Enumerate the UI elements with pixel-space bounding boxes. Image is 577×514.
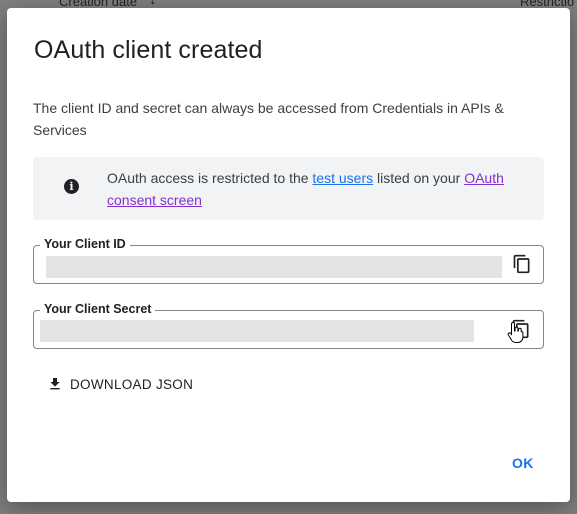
client-id-value[interactable] [46,256,502,278]
download-icon [50,378,60,390]
client-secret-value[interactable] [40,320,474,342]
sort-arrow-icon: ↓ [149,0,157,8]
info-banner: i OAuth access is restricted to the test… [33,157,544,220]
download-json-label: DOWNLOAD JSON [70,376,194,392]
download-json-button[interactable]: DOWNLOAD JSON [47,373,193,395]
info-banner-text: OAuth access is restricted to the test u… [107,170,504,208]
client-id-label: Your Client ID [40,237,130,251]
test-users-link[interactable]: test users [312,170,373,186]
ok-button[interactable]: OK [512,455,534,471]
hand-pointer-cursor-icon [507,321,524,343]
dialog-title: OAuth client created [34,36,263,64]
dialog-description: The client ID and secret can always be a… [33,100,504,138]
client-secret-field[interactable]: Your Client Secret [33,302,544,349]
client-id-field[interactable]: Your Client ID [33,237,544,284]
client-secret-label: Your Client Secret [40,302,156,316]
copy-client-id-icon[interactable] [512,254,532,274]
info-icon: i [64,179,79,194]
oauth-client-created-dialog: OAuth client created The client ID and s… [7,8,570,502]
